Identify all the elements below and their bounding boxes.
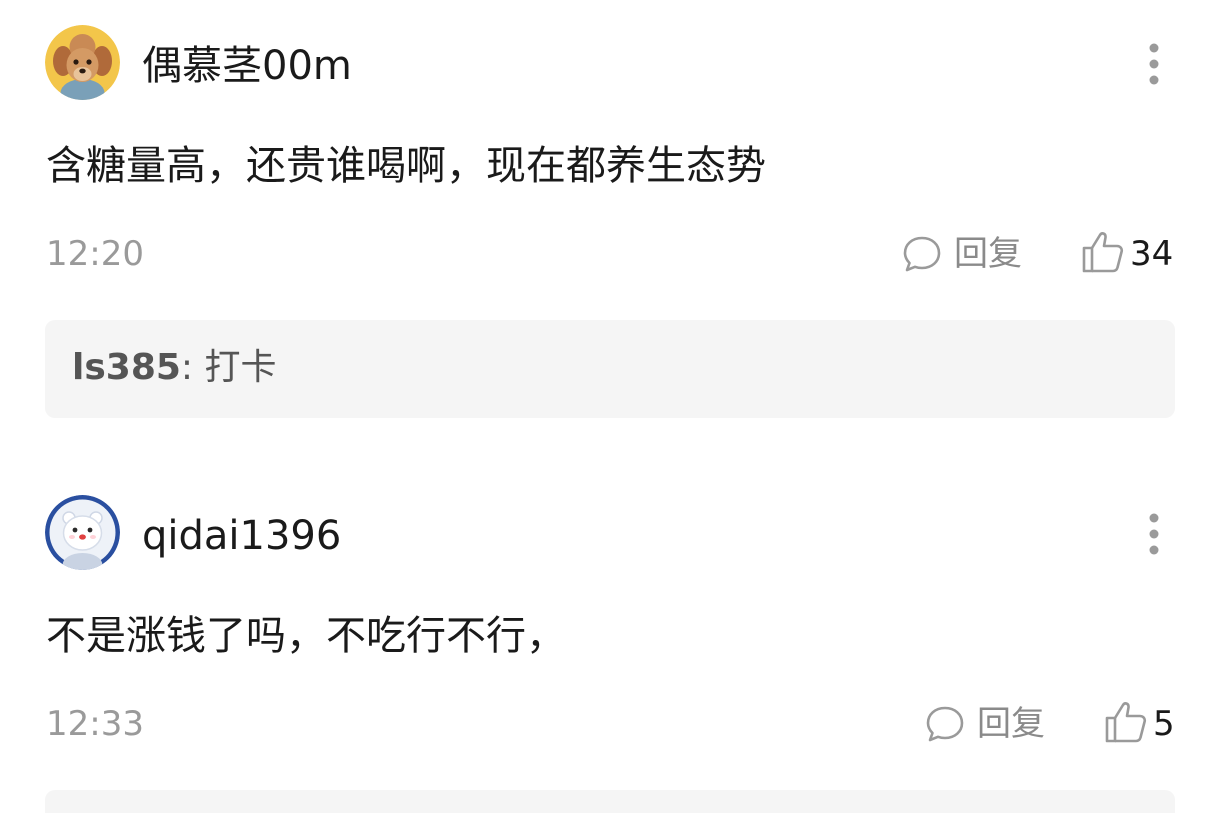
reply-button[interactable]: 回复 — [925, 702, 1045, 746]
comment-item: 偶慕茎00m 含糖量高，还贵谁喝啊，现在都养生态势 12:20 回复 34 ls… — [0, 0, 1220, 430]
comment-time: 12:20 — [46, 234, 144, 274]
like-count: 34 — [1130, 234, 1174, 274]
comment-list: 偶慕茎00m 含糖量高，还贵谁喝啊，现在都养生态势 12:20 回复 34 ls… — [0, 0, 1220, 813]
like-button[interactable]: 5 — [1103, 700, 1175, 748]
more-vertical-icon[interactable] — [1138, 512, 1170, 556]
avatar[interactable] — [45, 25, 120, 100]
sub-reply-username[interactable]: ls385 — [72, 347, 181, 388]
comment-bubble-icon — [925, 704, 965, 744]
username[interactable]: 偶慕茎00m — [142, 42, 352, 90]
comment-text: 含糖量高，还贵谁喝啊，现在都养生态势 — [46, 143, 766, 189]
comment-bubble-icon — [902, 234, 942, 274]
reply-label: 回复 — [977, 704, 1045, 744]
sub-reply-separator: : — [180, 347, 205, 388]
like-count: 5 — [1153, 704, 1175, 744]
sub-reply-text: 打卡 — [204, 347, 277, 388]
more-vertical-icon[interactable] — [1138, 42, 1170, 86]
comment-time: 12:33 — [46, 704, 144, 744]
sub-reply-box[interactable] — [45, 790, 1175, 813]
reply-button[interactable]: 回复 — [902, 232, 1022, 276]
sub-reply: ls385: 打卡 — [72, 346, 277, 390]
comment-text: 不是涨钱了吗，不吃行不行， — [46, 613, 566, 659]
comment-item: qidai1396 不是涨钱了吗，不吃行不行， 12:33 回复 5 — [0, 470, 1220, 813]
sub-reply-box[interactable]: ls385: 打卡 — [45, 320, 1175, 418]
reply-label: 回复 — [954, 234, 1022, 274]
thumbs-up-icon — [1080, 229, 1126, 279]
thumbs-up-icon — [1103, 699, 1149, 749]
username[interactable]: qidai1396 — [142, 512, 341, 560]
avatar[interactable] — [45, 495, 120, 570]
like-button[interactable]: 34 — [1080, 230, 1173, 278]
